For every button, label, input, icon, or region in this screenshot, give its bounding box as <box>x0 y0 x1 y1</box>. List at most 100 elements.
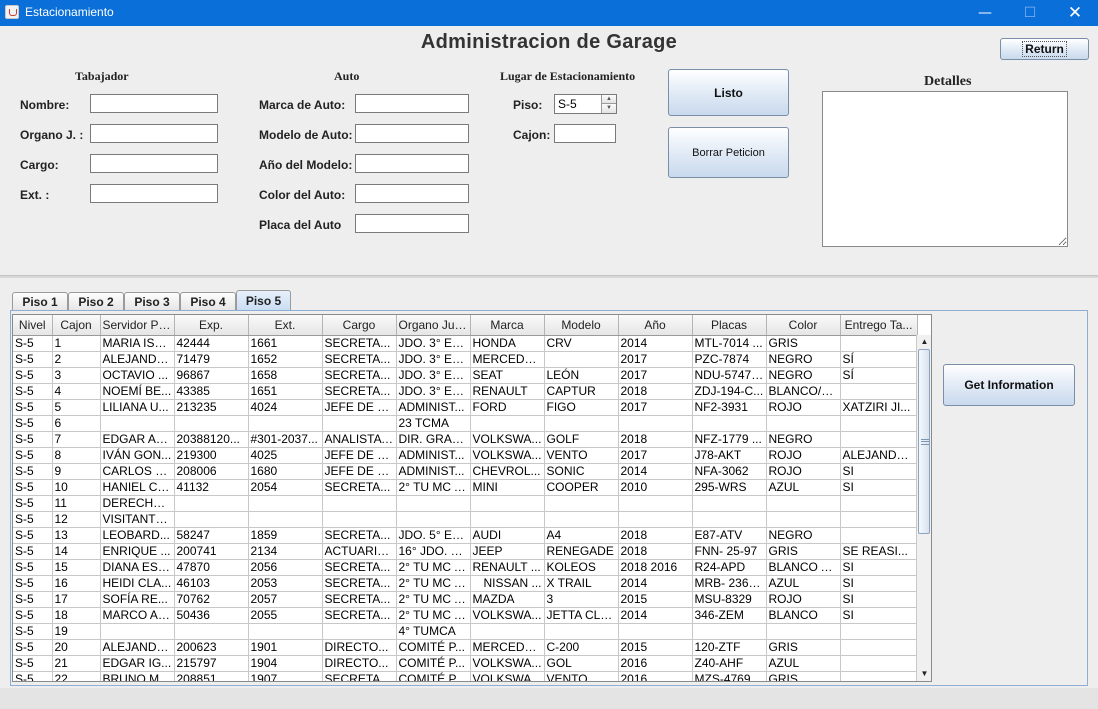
table-cell[interactable]: LILIANA U... <box>100 399 175 416</box>
table-cell[interactable]: JEFE DE D... <box>322 399 397 416</box>
table-cell[interactable]: ADMINIST... <box>396 447 471 464</box>
table-cell[interactable]: GRIS <box>766 335 841 352</box>
table-cell[interactable] <box>248 495 323 512</box>
table-cell[interactable]: ANALISTA ... <box>322 431 397 448</box>
table-cell[interactable] <box>544 495 619 512</box>
table-cell[interactable] <box>692 495 767 512</box>
table-row[interactable]: S-5 11 DERECHO... <box>13 495 918 512</box>
minimize-button[interactable]: — <box>962 0 1008 26</box>
table-cell[interactable]: SÍ <box>840 367 918 384</box>
table-cell[interactable] <box>692 623 767 640</box>
table-cell[interactable]: 2° TU MC A... <box>396 559 471 576</box>
table-cell[interactable]: ZDJ-194-C... <box>692 383 767 400</box>
table-cell[interactable]: ROJO <box>766 463 841 480</box>
table-cell[interactable]: 346-ZEM <box>692 607 767 624</box>
table-cell[interactable]: 1652 <box>248 351 323 368</box>
scroll-thumb[interactable] <box>918 349 930 534</box>
table-cell[interactable]: JEFE DE D... <box>322 463 397 480</box>
table-cell[interactable]: COMITÉ P... <box>396 639 471 656</box>
table-cell[interactable]: CARLOS S... <box>100 463 175 480</box>
table-cell[interactable]: NEGRO <box>766 367 841 384</box>
table-cell[interactable] <box>322 415 397 432</box>
table-cell[interactable]: 2017 <box>618 399 693 416</box>
table-cell[interactable]: MERCEDE... <box>470 351 545 368</box>
tab-piso-2[interactable]: Piso 2 <box>68 292 124 310</box>
table-cell[interactable]: SI <box>840 607 918 624</box>
table-cell[interactable] <box>544 623 619 640</box>
table-cell[interactable]: 2018 <box>618 527 693 544</box>
table-cell[interactable]: FNN- 25-97 <box>692 543 767 560</box>
table-cell[interactable]: 96867 <box>174 367 249 384</box>
table-cell[interactable]: 58247 <box>174 527 249 544</box>
table-cell[interactable]: 4° TUMCA <box>396 623 471 640</box>
table-cell[interactable]: 14 <box>52 543 101 560</box>
table-cell[interactable]: GRIS <box>766 671 841 681</box>
table-cell[interactable]: AZUL <box>766 575 841 592</box>
table-cell[interactable]: 41132 <box>174 479 249 496</box>
table-row[interactable]: S-5 7 EDGAR AR... 20388120... #301-2037... AN… <box>13 431 918 448</box>
table-cell[interactable]: COOPER <box>544 479 619 496</box>
table-cell[interactable]: ROJO <box>766 447 841 464</box>
table-cell[interactable]: 1658 <box>248 367 323 384</box>
table-cell[interactable]: 16° JDO. D... <box>396 543 471 560</box>
table-cell[interactable]: ROJO <box>766 591 841 608</box>
table-row[interactable]: S-5 20 ALEJANDR... 200623 1901 DIRECTO... COMI… <box>13 639 918 656</box>
table-cell[interactable]: 2° TU MC A... <box>396 591 471 608</box>
table-cell[interactable]: DIRECTO... <box>322 655 397 672</box>
table-cell[interactable]: 200623 <box>174 639 249 656</box>
table-cell[interactable]: 2 <box>52 351 101 368</box>
table-cell[interactable]: VOLKSWA... <box>470 671 545 681</box>
table-cell[interactable]: 7 <box>52 431 101 448</box>
detalles-textarea[interactable] <box>822 91 1068 247</box>
scroll-up-icon[interactable]: ▲ <box>917 335 932 349</box>
table-cell[interactable]: 8 <box>52 447 101 464</box>
table-cell[interactable]: VISITANTE... <box>100 511 175 528</box>
maximize-button[interactable]: ☐ <box>1007 0 1053 26</box>
table-cell[interactable]: GOL <box>544 655 619 672</box>
table-cell[interactable] <box>840 335 918 352</box>
table-cell[interactable]: 213235 <box>174 399 249 416</box>
table-cell[interactable]: 215797 <box>174 655 249 672</box>
tab-piso-5[interactable]: Piso 5 <box>236 290 291 311</box>
column-header[interactable]: Marca <box>470 315 545 336</box>
table-cell[interactable]: GRIS <box>766 543 841 560</box>
column-header[interactable]: Año <box>618 315 693 336</box>
table-cell[interactable]: ALEJANDR... <box>100 351 175 368</box>
table-cell[interactable]: 1859 <box>248 527 323 544</box>
column-header[interactable]: Organo Jur... <box>396 315 471 336</box>
table-cell[interactable] <box>840 511 918 528</box>
table-cell[interactable]: SECRETA... <box>322 479 397 496</box>
table-cell[interactable]: VOLKSWA... <box>470 655 545 672</box>
table-cell[interactable]: S-5 <box>13 543 53 560</box>
table-cell[interactable]: XATZIRI JI... <box>840 399 918 416</box>
table-cell[interactable]: ALEJANDR... <box>840 447 918 464</box>
column-header[interactable]: Modelo <box>544 315 619 336</box>
table-cell[interactable]: S-5 <box>13 671 53 681</box>
cajon-field[interactable] <box>554 124 616 143</box>
table-cell[interactable]: JDO. 3° ES... <box>396 335 471 352</box>
table-row[interactable]: S-5 4 NOEMÍ BE... 43385 1651 SECRETA... JDO. 3… <box>13 383 918 400</box>
table-cell[interactable]: VOLKSWA... <box>470 607 545 624</box>
table-cell[interactable]: 46103 <box>174 575 249 592</box>
table-cell[interactable] <box>618 511 693 528</box>
table-cell[interactable] <box>322 511 397 528</box>
table-cell[interactable]: RENAULT <box>470 383 545 400</box>
table-cell[interactable]: 2016 <box>618 671 693 681</box>
table-cell[interactable]: 47870 <box>174 559 249 576</box>
return-button[interactable]: Return <box>1000 38 1089 60</box>
table-cell[interactable]: 2016 <box>618 655 693 672</box>
table-cell[interactable]: S-5 <box>13 623 53 640</box>
table-row[interactable]: S-5 10 HANIEL CA... 41132 2054 SECRETA... 2° T… <box>13 479 918 496</box>
table-cell[interactable]: 12 <box>52 511 101 528</box>
organo-field[interactable] <box>90 124 218 143</box>
table-cell[interactable] <box>840 431 918 448</box>
table-cell[interactable]: NFZ-1779 ... <box>692 431 767 448</box>
table-cell[interactable]: COMITÉ P... <box>396 671 471 681</box>
table-cell[interactable]: 1651 <box>248 383 323 400</box>
table-cell[interactable] <box>322 623 397 640</box>
table-cell[interactable] <box>322 495 397 512</box>
table-cell[interactable]: FIGO <box>544 399 619 416</box>
table-cell[interactable]: SOFÍA RE... <box>100 591 175 608</box>
nombre-field[interactable] <box>90 94 218 113</box>
table-cell[interactable] <box>840 623 918 640</box>
